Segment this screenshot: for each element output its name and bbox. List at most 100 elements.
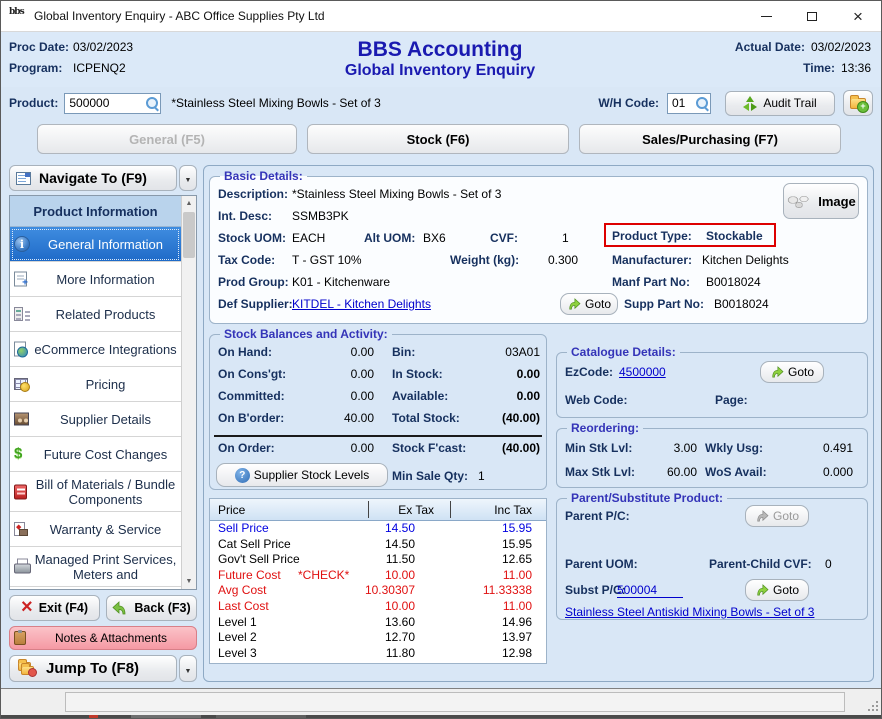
notes-label: Notes & Attachments	[26, 631, 196, 645]
catalogue-goto-button[interactable]: Goto	[760, 361, 824, 383]
column-divider	[450, 501, 451, 518]
sidebar-item-warranty-service[interactable]: Warranty & Service	[10, 512, 181, 547]
jump-folders-icon	[18, 662, 36, 676]
min-sale-qty-label: Min Sale Qty:	[392, 469, 468, 483]
on-consgt-value: 0.00	[270, 367, 374, 381]
bin-label: Bin:	[392, 345, 415, 359]
product-search-icon[interactable]	[145, 96, 159, 110]
divider	[214, 435, 542, 437]
goto-arrow-icon	[567, 298, 581, 310]
sidebar-item-label: Warranty & Service	[34, 522, 177, 537]
price-row-level-2: Level 212.7013.97	[210, 630, 546, 646]
audit-trail-label: Audit Trail	[763, 96, 816, 110]
sidebar-item-managed-print-services[interactable]: Managed Print Services, Meters and	[10, 547, 181, 587]
status-panel	[65, 692, 845, 712]
scroll-up-icon[interactable]	[182, 196, 196, 211]
dollar-icon	[14, 446, 30, 462]
sidebar-item-label: More Information	[34, 272, 177, 287]
sidebar-item-general-information[interactable]: General Information	[10, 227, 181, 262]
parent-child-cvf-label: Parent-Child CVF:	[709, 557, 812, 571]
supplier-stock-levels-button[interactable]: ? Supplier Stock Levels	[216, 463, 388, 487]
sidebar-item-pricing[interactable]: Pricing	[10, 367, 181, 402]
parent-substitute-title: Parent/Substitute Product:	[567, 491, 727, 505]
sidebar-item-related-products[interactable]: Related Products	[10, 297, 181, 332]
min-sale-qty-value: 1	[478, 469, 485, 483]
supp-part-label: Supp Part No:	[624, 297, 704, 311]
titlebar: bbs Global Inventory Enquiry - ABC Offic…	[1, 1, 881, 32]
audit-trail-icon	[743, 96, 757, 110]
sidebar-item-label: eCommerce Integrations	[34, 342, 177, 357]
in-stock-label: In Stock:	[392, 367, 443, 381]
sidebar-item-more-information[interactable]: More Information	[10, 262, 181, 297]
on-hand-label: On Hand:	[218, 345, 272, 359]
sidebar-item-bill-of-materials[interactable]: Bill of Materials / Bundle Components	[10, 472, 181, 512]
price-row-future-cost: Future Cost*CHECK*10.0011.00	[210, 568, 546, 584]
navigate-to-button[interactable]: Navigate To (F9)	[9, 165, 177, 191]
supplier-stock-levels-label: Supplier Stock Levels	[254, 468, 369, 482]
time-value: 13:36	[841, 61, 871, 75]
goto-arrow-icon	[770, 366, 784, 378]
subst-goto-button[interactable]: Goto	[745, 579, 809, 601]
jump-to-button[interactable]: Jump To (F8)	[9, 655, 177, 682]
chevron-down-icon	[185, 662, 192, 676]
price-row-last-cost: Last Cost10.0011.00	[210, 599, 546, 615]
actual-date-label: Actual Date:	[735, 40, 805, 54]
description-value: *Stainless Steel Mixing Bowls - Set of 3	[292, 187, 501, 201]
supp-part-value: B0018024	[714, 297, 769, 311]
sidebar: Navigate To (F9) Product Information Gen…	[9, 165, 197, 688]
reordering-group: Reordering: Min Stk Lvl: 3.00 Wkly Usg: …	[556, 428, 868, 488]
sidebar-item-label: General Information	[34, 237, 177, 252]
supplier-goto-button[interactable]: Goto	[560, 293, 618, 315]
tax-code-value: T - GST 10%	[292, 253, 362, 267]
sidebar-item-supplier-details[interactable]: Supplier Details	[10, 402, 181, 437]
min-stk-label: Min Stk Lvl:	[565, 441, 632, 455]
total-stock-value: (40.00)	[440, 411, 540, 425]
sidebar-item-future-cost-changes[interactable]: Future Cost Changes	[10, 437, 181, 472]
minimize-button[interactable]	[743, 1, 789, 31]
tab-stock[interactable]: Stock (F6)	[307, 124, 569, 154]
subst-pc-link[interactable]: 500004	[617, 583, 683, 598]
navigate-dropdown-button[interactable]	[179, 165, 197, 191]
sidebar-item-ecommerce-integrations[interactable]: eCommerce Integrations	[10, 332, 181, 367]
col-inc-tax: Inc Tax	[494, 503, 532, 517]
product-thumbnail	[786, 193, 812, 209]
on-hand-value: 0.00	[270, 345, 374, 359]
exit-label: Exit (F4)	[39, 601, 88, 615]
stock-balances-title: Stock Balances and Activity:	[220, 327, 392, 341]
info-icon	[14, 236, 30, 252]
navigate-form-icon	[16, 172, 31, 185]
jump-dropdown-button[interactable]	[179, 655, 197, 682]
notes-attachments-button[interactable]: Notes & Attachments	[9, 626, 197, 650]
bin-value: 03A01	[440, 345, 540, 359]
close-button[interactable]	[835, 1, 881, 31]
def-supplier-link[interactable]: KITDEL - Kitchen Delights	[292, 297, 431, 311]
max-stk-label: Max Stk Lvl:	[565, 465, 635, 479]
exit-button[interactable]: Exit (F4)	[9, 595, 100, 621]
image-button[interactable]: Image	[783, 183, 859, 219]
parent-substitute-group: Parent/Substitute Product: Parent P/C: G…	[556, 498, 868, 620]
substitute-product-link[interactable]: Stainless Steel Antiskid Mixing Bowls - …	[565, 605, 814, 619]
on-border-value: 40.00	[270, 411, 374, 425]
add-document-button[interactable]	[843, 90, 873, 116]
price-row-level-3: Level 311.8012.98	[210, 646, 546, 662]
jump-to-label: Jump To (F8)	[46, 660, 139, 677]
parent-uom-label: Parent UOM:	[565, 557, 638, 571]
web-code-label: Web Code:	[565, 393, 627, 407]
basic-details-title: Basic Details:	[220, 169, 307, 183]
tab-sales-purchasing[interactable]: Sales/Purchasing (F7)	[579, 124, 841, 154]
price-table-header: Price Ex Tax Inc Tax	[210, 499, 546, 521]
scroll-down-icon[interactable]	[182, 574, 196, 589]
audit-trail-button[interactable]: Audit Trail	[725, 91, 835, 116]
back-button[interactable]: Back (F3)	[106, 595, 197, 621]
goto-arrow-icon	[755, 584, 769, 596]
scrollbar-thumb[interactable]	[183, 212, 195, 258]
wh-code-search-icon[interactable]	[695, 96, 709, 110]
manf-part-value: B0018024	[706, 275, 761, 289]
header-band: Proc Date:03/02/2023 Program:ICPENQ2 BBS…	[1, 32, 881, 87]
tax-code-label: Tax Code:	[218, 253, 275, 267]
ezcode-link[interactable]: 4500000	[619, 365, 666, 379]
sidebar-scrollbar[interactable]	[181, 196, 196, 589]
resize-grip[interactable]	[864, 697, 878, 711]
maximize-button[interactable]	[789, 1, 835, 31]
printer-icon	[14, 561, 29, 572]
